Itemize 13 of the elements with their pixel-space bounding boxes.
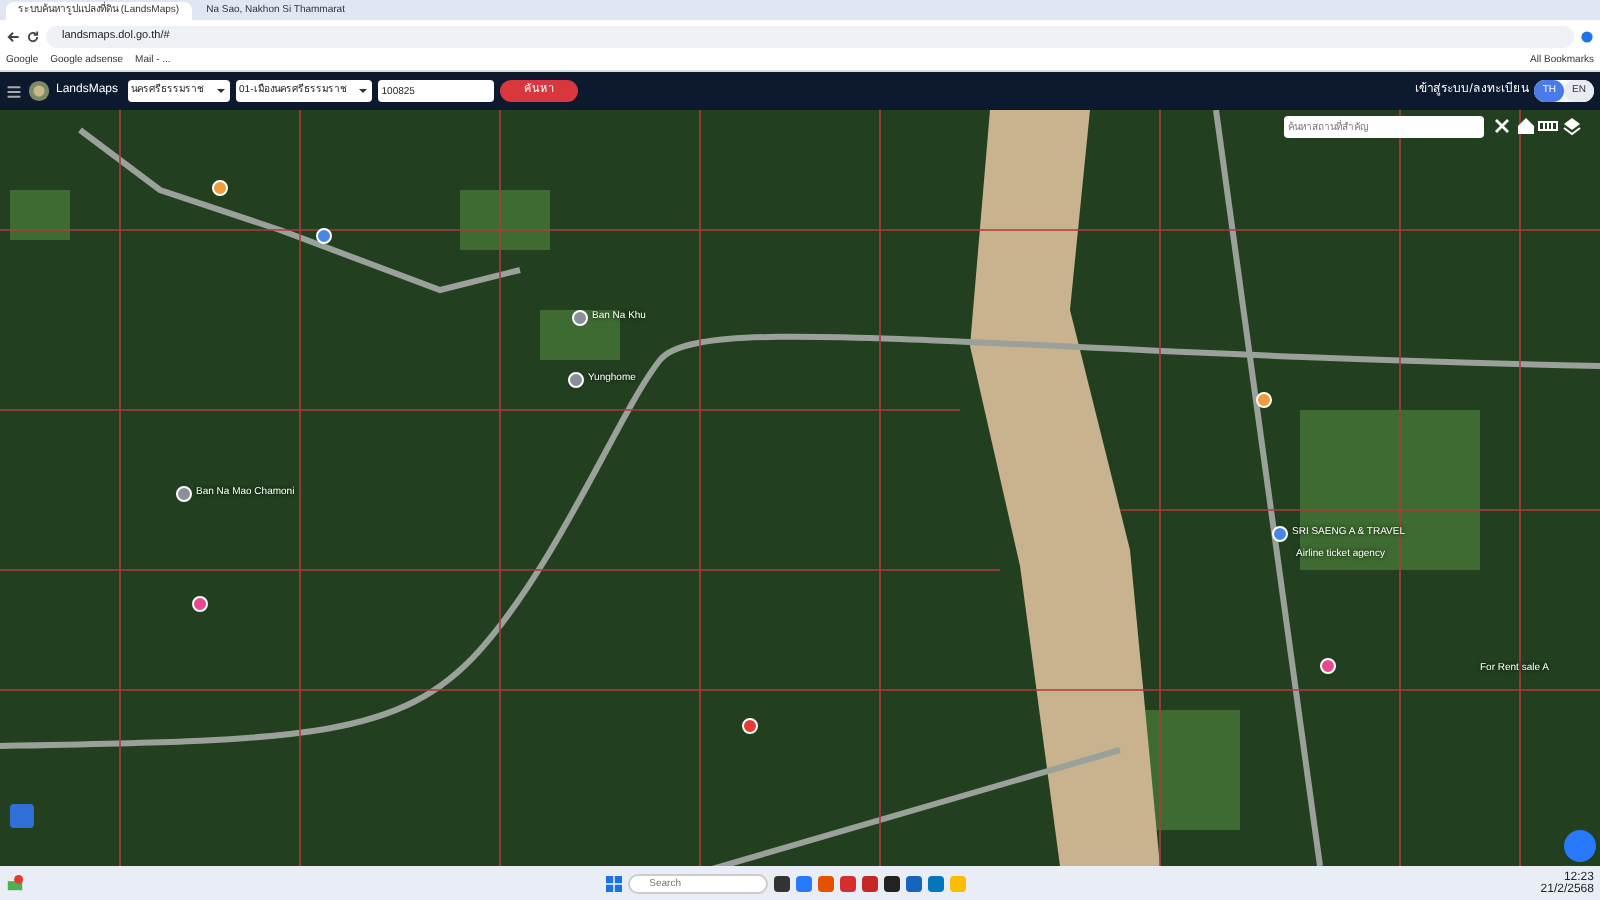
close-icon[interactable] [1492, 116, 1512, 136]
layers-icon[interactable] [1561, 116, 1581, 136]
profile-icon[interactable] [1580, 29, 1594, 43]
ruler-icon[interactable] [1538, 116, 1558, 136]
back-icon[interactable] [6, 29, 20, 43]
reload-icon[interactable] [26, 29, 40, 43]
weather-icon[interactable] [6, 874, 24, 892]
start-icon[interactable] [605, 875, 622, 891]
home-icon[interactable] [1515, 116, 1535, 136]
menu-icon[interactable] [6, 83, 22, 99]
caret-icon [215, 86, 226, 96]
caret-icon [357, 86, 368, 96]
logo-icon [28, 80, 50, 102]
